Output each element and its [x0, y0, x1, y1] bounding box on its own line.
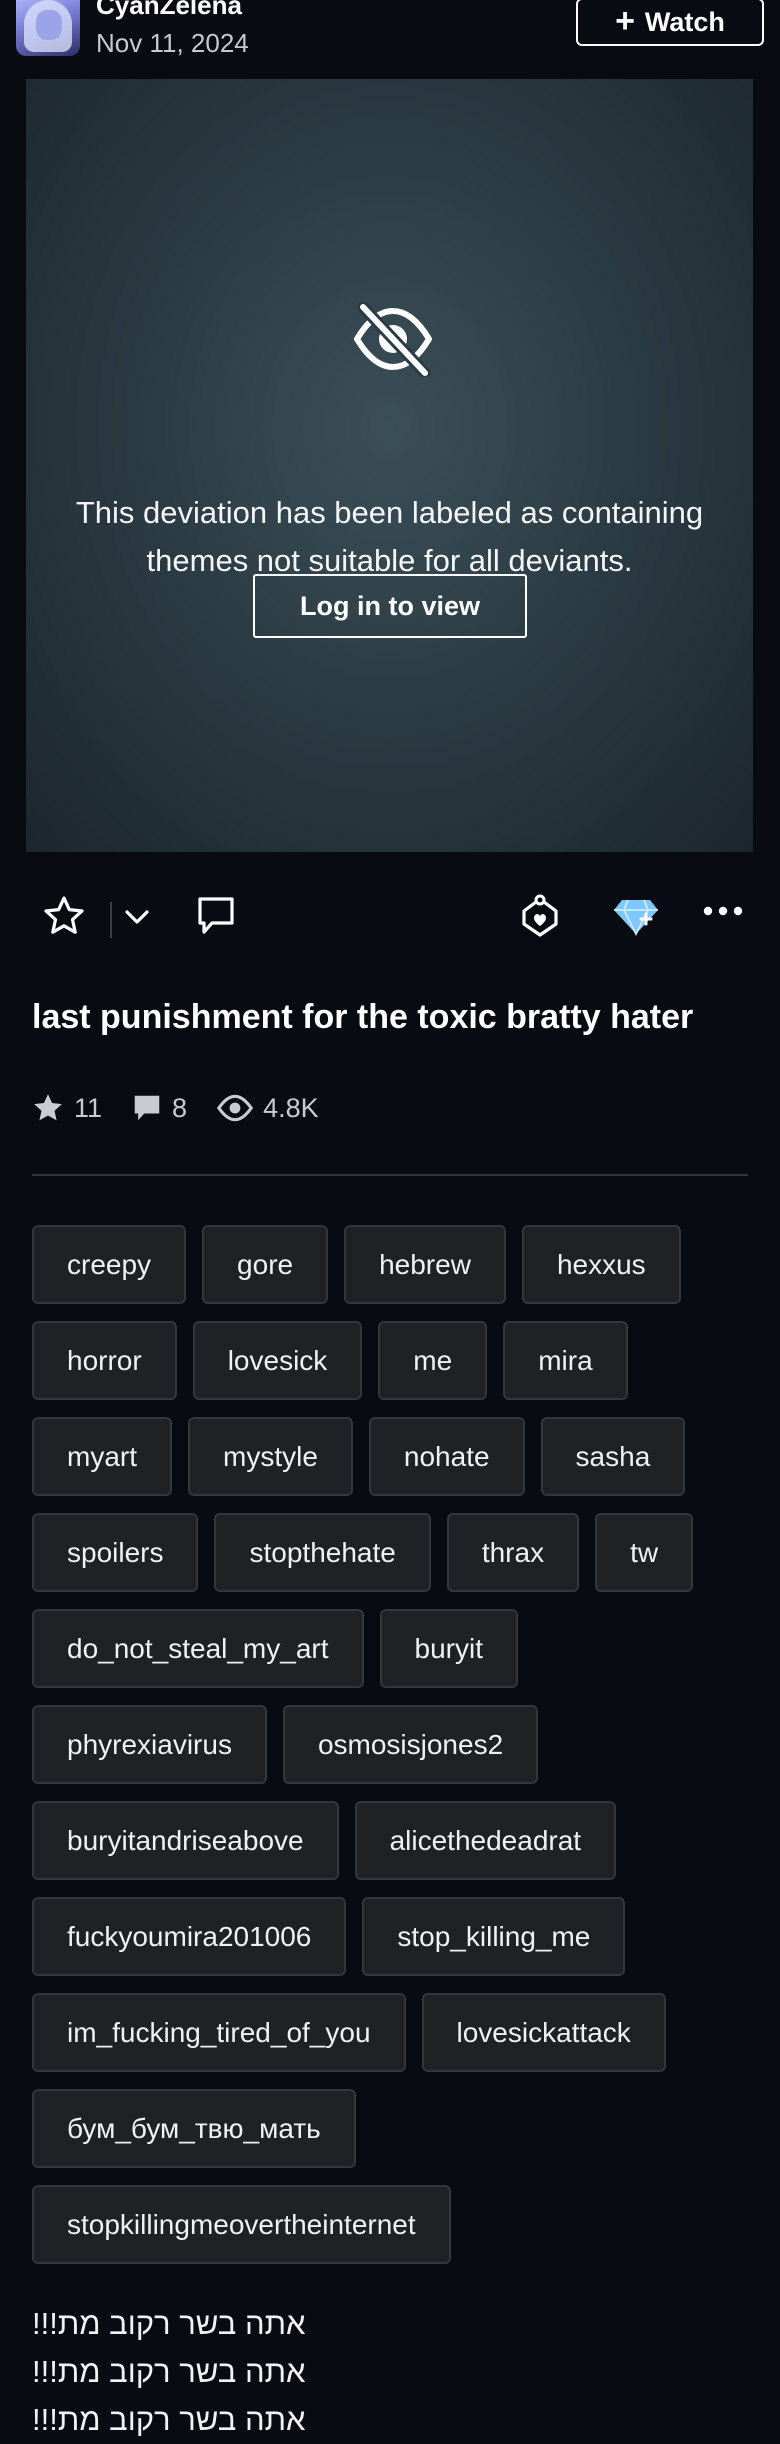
avatar[interactable]	[16, 0, 80, 56]
tag-row: buryitandriseabove alicethedeadrat	[32, 1801, 752, 1880]
login-to-view-button[interactable]: Log in to view	[253, 574, 527, 638]
comments-stat: 8	[132, 1093, 187, 1124]
tag-chip[interactable]: fuckyoumira201006	[32, 1897, 347, 1976]
tag-chip[interactable]: mystyle	[188, 1417, 353, 1496]
eye-icon	[217, 1094, 254, 1122]
description-line: !!!אתה בשר רקוב מת	[32, 2306, 306, 2341]
tag-chip[interactable]: im_fucking_tired_of_you	[32, 1993, 406, 2072]
more-icon[interactable]	[703, 904, 743, 918]
chevron-down-icon[interactable]	[122, 902, 152, 932]
tag-chip[interactable]: thrax	[446, 1513, 580, 1592]
deviation-title: last punishment for the toxic bratty hat…	[32, 998, 694, 1036]
tag-row: do_not_steal_my_art buryit	[32, 1609, 752, 1688]
plus-icon: +	[615, 1, 635, 40]
tag-chip[interactable]: lovesick	[192, 1321, 363, 1400]
tag-chip[interactable]: myart	[32, 1417, 172, 1496]
action-bar	[0, 880, 780, 954]
tag-chip[interactable]: sasha	[540, 1417, 686, 1496]
views-count: 4.8K	[263, 1092, 319, 1123]
comments-count: 8	[172, 1092, 188, 1123]
tag-row: myart mystyle nohate sasha	[32, 1417, 752, 1496]
tag-chip[interactable]: alicethedeadrat	[354, 1801, 617, 1880]
tag-chip[interactable]: buryitandriseabove	[32, 1801, 339, 1880]
deviation-header: CyanZelena Nov 11, 2024 + Watch	[0, 0, 780, 70]
tag-chip[interactable]: stop_killing_me	[362, 1897, 626, 1976]
author-name[interactable]: CyanZelena	[96, 0, 242, 18]
tag-chip[interactable]: бум_бум_твю_мать	[32, 2089, 356, 2168]
tag-list: creepy gore hebrew hexxus horror lovesick me mi…	[32, 1225, 752, 2281]
tag-chip[interactable]: mira	[503, 1321, 628, 1400]
tag-row: stopkillingmeovertheinternet	[32, 2185, 752, 2264]
tag-chip[interactable]: hexxus	[521, 1225, 681, 1304]
tag-chip[interactable]: hebrew	[344, 1225, 506, 1304]
watch-label: Watch	[644, 6, 725, 37]
tag-chip[interactable]: creepy	[32, 1225, 187, 1304]
tag-chip[interactable]: osmosisjones2	[282, 1705, 539, 1784]
comment-filled-icon	[134, 1095, 160, 1121]
tag-chip[interactable]: me	[378, 1321, 488, 1400]
tag-chip[interactable]: spoilers	[32, 1513, 199, 1592]
description-line: !!!אתה בשר רקוב מת	[32, 2402, 306, 2437]
tag-row: phyrexiavirus osmosisjones2	[32, 1705, 752, 1784]
watch-button[interactable]: + Watch	[576, 0, 764, 46]
post-date: Nov 11, 2024	[96, 28, 249, 58]
deviation-stats: 11 8 4.8K	[32, 1090, 349, 1126]
views-stat: 4.8K	[217, 1093, 319, 1124]
comment-icon[interactable]	[195, 894, 237, 938]
gem-icon[interactable]	[612, 894, 660, 938]
tag-chip[interactable]: tw	[595, 1513, 694, 1592]
share-icon[interactable]	[518, 894, 562, 940]
star-icon[interactable]	[42, 894, 86, 938]
mature-notice: This deviation has been labeled as conta…	[26, 489, 753, 585]
action-divider	[110, 902, 112, 938]
eye-slash-icon	[354, 301, 432, 377]
star-filled-icon	[34, 1094, 62, 1121]
favourites-stat: 11	[32, 1092, 102, 1124]
tag-row: im_fucking_tired_of_you lovesickattack	[32, 1993, 752, 2072]
tag-chip[interactable]: gore	[202, 1225, 329, 1304]
tag-chip[interactable]: do_not_steal_my_art	[32, 1609, 364, 1688]
tag-chip[interactable]: buryit	[379, 1609, 518, 1688]
favourites-count: 11	[74, 1092, 103, 1123]
section-divider	[32, 1174, 748, 1176]
tag-row: horror lovesick me mira	[32, 1321, 752, 1400]
tag-chip[interactable]: nohate	[368, 1417, 525, 1496]
mature-content-preview: This deviation has been labeled as conta…	[26, 79, 753, 852]
tag-row: fuckyoumira201006 stop_killing_me	[32, 1897, 752, 1976]
avatar-face	[36, 10, 62, 40]
tag-chip[interactable]: lovesickattack	[421, 1993, 666, 2072]
tag-chip[interactable]: horror	[32, 1321, 177, 1400]
tag-chip[interactable]: stopkillingmeovertheinternet	[32, 2185, 451, 2264]
description: !!!אתה בשר רקוב מת !!!אתה בשר רקוב מת !!!א…	[32, 2300, 305, 2444]
notice-line-1: This deviation has been labeled as conta…	[75, 495, 704, 530]
tag-chip[interactable]: phyrexiavirus	[32, 1705, 267, 1784]
description-line: !!!אתה בשר רקוב מת	[32, 2354, 306, 2389]
tag-row: creepy gore hebrew hexxus	[32, 1225, 752, 1304]
tag-row: бум_бум_твю_мать	[32, 2089, 752, 2168]
tag-chip[interactable]: stopthehate	[214, 1513, 431, 1592]
tag-row: spoilers stopthehate thrax tw	[32, 1513, 752, 1592]
